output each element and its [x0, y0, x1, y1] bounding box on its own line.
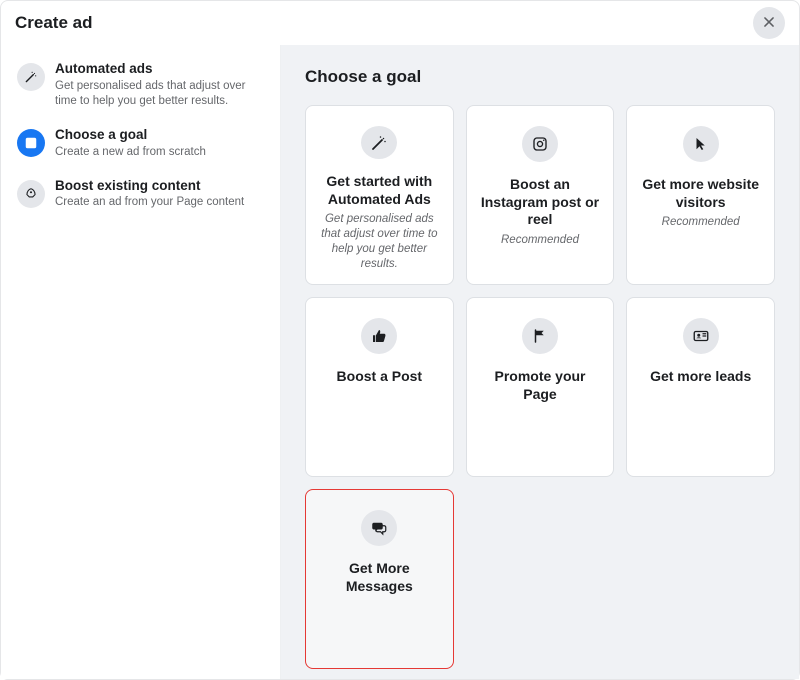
goal-boost-post[interactable]: Boost a Post — [305, 297, 454, 477]
goal-title: Boost a Post — [337, 368, 423, 386]
wand-icon — [361, 126, 397, 159]
goal-get-leads[interactable]: Get more leads — [626, 297, 775, 477]
goal-instagram-boost[interactable]: Boost an Instagram post or reel Recommen… — [466, 105, 615, 285]
goal-grid: Get started with Automated Ads Get perso… — [305, 105, 775, 669]
modal-body: Automated ads Get personalised ads that … — [1, 45, 799, 679]
sidebar-item-title: Boost existing content — [55, 178, 244, 195]
main-panel: Choose a goal Get started with Automated… — [281, 45, 799, 679]
goal-subtitle: Recommended — [662, 215, 740, 230]
sidebar-item-subtitle: Create an ad from your Page content — [55, 195, 244, 210]
goal-title: Get More Messages — [318, 560, 441, 595]
sidebar-item-subtitle: Create a new ad from scratch — [55, 145, 206, 160]
goal-title: Boost an Instagram post or reel — [479, 176, 602, 229]
sidebar-item-choose-goal[interactable]: Choose a goal Create a new ad from scrat… — [13, 121, 268, 172]
rocket-icon — [17, 180, 45, 208]
goal-title: Get more website visitors — [639, 176, 762, 211]
goal-title: Get more leads — [650, 368, 751, 386]
edit-icon — [17, 129, 45, 157]
sidebar: Automated ads Get personalised ads that … — [1, 45, 281, 679]
sidebar-item-title: Choose a goal — [55, 127, 206, 144]
modal-header: Create ad — [1, 1, 799, 45]
sidebar-item-automated-ads[interactable]: Automated ads Get personalised ads that … — [13, 55, 268, 121]
sidebar-item-subtitle: Get personalised ads that adjust over ti… — [55, 79, 264, 109]
goal-get-messages[interactable]: Get More Messages — [305, 489, 454, 669]
flag-icon — [522, 318, 558, 354]
sidebar-item-boost-existing[interactable]: Boost existing content Create an ad from… — [13, 172, 268, 223]
id-card-icon — [683, 318, 719, 354]
main-heading: Choose a goal — [305, 67, 775, 87]
wand-icon — [17, 63, 45, 91]
goal-subtitle: Get personalised ads that adjust over ti… — [318, 212, 441, 272]
close-icon — [762, 15, 776, 32]
instagram-icon — [522, 126, 558, 162]
goal-automated-ads[interactable]: Get started with Automated Ads Get perso… — [305, 105, 454, 285]
create-ad-modal: Create ad Automated ads Get personalised… — [0, 0, 800, 680]
cursor-icon — [683, 126, 719, 162]
goal-title: Promote your Page — [479, 368, 602, 403]
sidebar-item-title: Automated ads — [55, 61, 264, 78]
goal-title: Get started with Automated Ads — [318, 173, 441, 208]
close-button[interactable] — [753, 7, 785, 39]
goal-subtitle: Recommended — [501, 233, 579, 248]
goal-promote-page[interactable]: Promote your Page — [466, 297, 615, 477]
modal-title: Create ad — [15, 13, 92, 33]
like-icon — [361, 318, 397, 354]
messages-icon — [361, 510, 397, 546]
goal-website-visitors[interactable]: Get more website visitors Recommended — [626, 105, 775, 285]
